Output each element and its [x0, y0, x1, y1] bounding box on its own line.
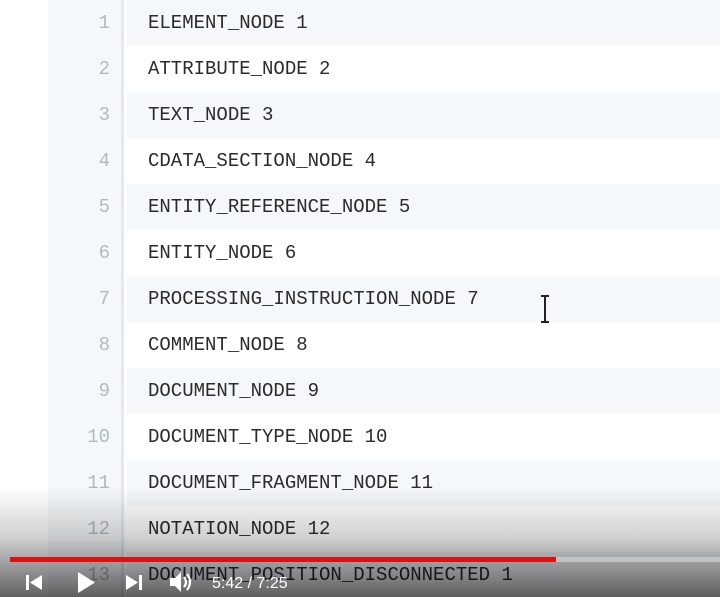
line-number: 8	[98, 334, 110, 356]
code-line: 9 DOCUMENT_NODE 9	[0, 368, 720, 414]
progress-bar[interactable]	[10, 557, 720, 562]
code-cell: DOCUMENT_NODE 9	[127, 368, 720, 414]
code-cell: DOCUMENT_FRAGMENT_NODE 11	[127, 460, 720, 506]
current-time: 5:42	[212, 575, 244, 592]
code-cell: ENTITY_REFERENCE_NODE 5	[127, 184, 720, 230]
code-line: 7 PROCESSING_INSTRUCTION_NODE 7	[0, 276, 720, 322]
code-cell: ELEMENT_NODE 1	[127, 0, 720, 46]
code-text: PROCESSING_INSTRUCTION_NODE 7	[148, 288, 479, 310]
video-frame: 1 ELEMENT_NODE 1 2 ATTRIBUTE_NODE 2 3 TEXT_NO…	[0, 0, 720, 597]
progress-bar-fill	[10, 557, 556, 562]
line-number: 6	[98, 242, 110, 264]
code-line: 10 DOCUMENT_TYPE_NODE 10	[0, 414, 720, 460]
code-text: DOCUMENT_NODE 9	[148, 380, 320, 402]
text-cursor-icon	[541, 295, 549, 323]
code-cell: TEXT_NODE 3	[127, 92, 720, 138]
line-number: 9	[98, 380, 110, 402]
code-text: CDATA_SECTION_NODE 4	[148, 150, 377, 172]
code-cell: NOTATION_NODE 12	[127, 506, 720, 552]
line-number: 12	[87, 518, 110, 540]
code-cell: PROCESSING_INSTRUCTION_NODE 7	[127, 276, 720, 322]
code-text: ENTITY_REFERENCE_NODE 5	[148, 196, 411, 218]
skip-next-button[interactable]	[120, 567, 148, 597]
code-cell: DOCUMENT_TYPE_NODE 10	[127, 414, 720, 460]
code-text: DOCUMENT_TYPE_NODE 10	[148, 426, 388, 448]
line-number: 7	[98, 288, 110, 310]
code-text: ENTITY_NODE 6	[148, 242, 297, 264]
skip-next-icon	[126, 575, 142, 590]
skip-previous-button[interactable]	[20, 567, 48, 597]
line-number: 5	[98, 196, 110, 218]
code-line: 11 DOCUMENT_FRAGMENT_NODE 11	[0, 460, 720, 506]
code-line: 4 CDATA_SECTION_NODE 4	[0, 138, 720, 184]
code-text: NOTATION_NODE 12	[148, 518, 331, 540]
line-number: 2	[98, 58, 110, 80]
code-cell: ENTITY_NODE 6	[127, 230, 720, 276]
code-line: 2 ATTRIBUTE_NODE 2	[0, 46, 720, 92]
player-controls: 5:42 / 7:25	[0, 567, 720, 597]
line-number: 4	[98, 150, 110, 172]
time-display: 5:42 / 7:25	[212, 567, 288, 597]
code-text: TEXT_NODE 3	[148, 104, 274, 126]
code-line: 8 COMMENT_NODE 8	[0, 322, 720, 368]
duration: 7:25	[256, 575, 288, 592]
time-separator: /	[243, 575, 257, 592]
code-text: COMMENT_NODE 8	[148, 334, 308, 356]
code-text: ATTRIBUTE_NODE 2	[148, 58, 331, 80]
code-line: 5 ENTITY_REFERENCE_NODE 5	[0, 184, 720, 230]
code-line: 6 ENTITY_NODE 6	[0, 230, 720, 276]
play-button[interactable]	[68, 567, 102, 597]
code-line: 3 TEXT_NODE 3	[0, 92, 720, 138]
play-icon	[78, 572, 95, 593]
code-cell: ATTRIBUTE_NODE 2	[127, 46, 720, 92]
line-number: 3	[98, 104, 110, 126]
line-number: 1	[98, 12, 110, 34]
code-cell: CDATA_SECTION_NODE 4	[127, 138, 720, 184]
line-number: 10	[87, 426, 110, 448]
code-text: DOCUMENT_FRAGMENT_NODE 11	[148, 472, 434, 494]
code-cell: COMMENT_NODE 8	[127, 322, 720, 368]
code-line: 12 NOTATION_NODE 12	[0, 506, 720, 552]
code-text: ELEMENT_NODE 1	[148, 12, 308, 34]
volume-button[interactable]	[164, 567, 198, 597]
volume-icon	[170, 572, 192, 592]
code-line: 1 ELEMENT_NODE 1	[0, 0, 720, 46]
skip-previous-icon	[26, 575, 42, 590]
line-number: 11	[87, 472, 110, 494]
